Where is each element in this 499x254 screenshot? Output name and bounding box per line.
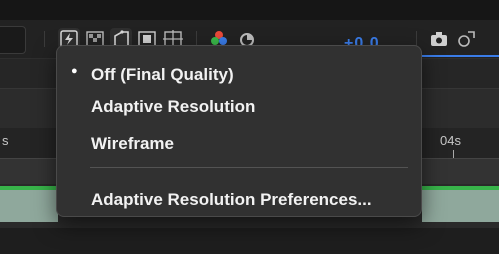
snapshot-icon[interactable] (428, 28, 450, 50)
menu-item-adaptive-resolution-preferences[interactable]: Adaptive Resolution Preferences... (57, 184, 421, 214)
menu-item-adaptive-resolution[interactable]: Adaptive Resolution (57, 91, 421, 121)
menu-item-label: Adaptive Resolution (91, 97, 256, 116)
menu-item-label: Off (Final Quality) (91, 65, 234, 84)
layer-bar[interactable] (422, 190, 499, 222)
zoom-field[interactable] (0, 26, 26, 54)
menu-item-label: Adaptive Resolution Preferences... (91, 190, 372, 209)
fast-previews-menu: ● Off (Final Quality) Adaptive Resolutio… (56, 45, 422, 217)
ruler-label-left: s (2, 133, 9, 148)
show-snapshot-icon[interactable] (454, 28, 476, 50)
accent-underline (418, 55, 499, 57)
ruler-label-right: 04s (440, 133, 461, 148)
menu-separator (90, 167, 408, 168)
menu-item-off-final-quality[interactable]: ● Off (Final Quality) (57, 59, 421, 89)
checkmark-icon: ● (71, 65, 78, 77)
top-strip (0, 0, 499, 20)
menu-item-label: Wireframe (91, 134, 174, 153)
menu-item-wireframe[interactable]: Wireframe (57, 128, 421, 158)
ruler-tick (453, 150, 454, 158)
layer-bar[interactable] (0, 190, 58, 222)
panel-row (0, 228, 499, 254)
toolbar-separator (44, 31, 45, 47)
